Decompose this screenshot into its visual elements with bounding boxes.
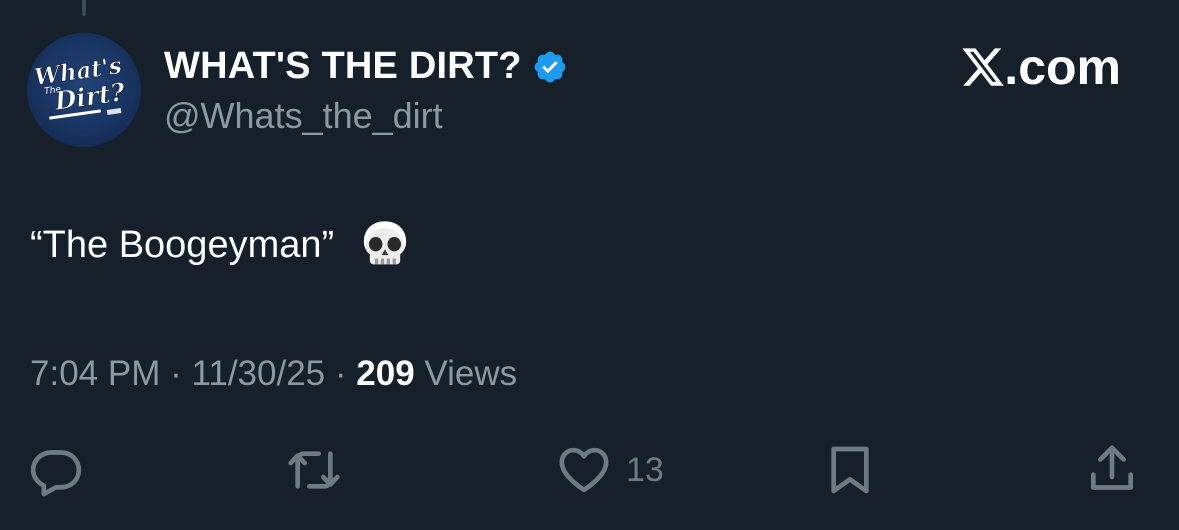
post-metadata: 7:04 PM · 11/30/25 · 209 Views bbox=[30, 352, 517, 396]
bookmark-button[interactable] bbox=[822, 440, 878, 500]
display-name[interactable]: WHAT'S THE DIRT? bbox=[164, 42, 568, 90]
avatar[interactable]: What's The Dirt? bbox=[27, 33, 141, 147]
post-time[interactable]: 7:04 PM bbox=[30, 354, 160, 393]
like-count: 13 bbox=[626, 450, 664, 489]
x-logo-icon bbox=[962, 48, 1005, 86]
post-date[interactable]: 11/30/25 bbox=[191, 354, 325, 393]
share-icon bbox=[1091, 445, 1133, 490]
user-handle[interactable]: @Whats_the_dirt bbox=[164, 94, 443, 138]
action-bar: 13 bbox=[0, 440, 1179, 500]
like-button[interactable]: 13 bbox=[556, 440, 664, 500]
repost-icon bbox=[288, 451, 340, 489]
bookmark-icon bbox=[831, 446, 869, 494]
reply-button[interactable] bbox=[28, 440, 84, 500]
avatar-logo-icon: What's The Dirt? bbox=[27, 33, 141, 147]
display-name-text[interactable]: WHAT'S THE DIRT? bbox=[164, 42, 522, 90]
post-body: “The Boogeyman” bbox=[30, 218, 412, 272]
brand-watermark: .com bbox=[960, 38, 1121, 96]
brand-domain-text: .com bbox=[1004, 39, 1121, 95]
meta-separator: · bbox=[334, 354, 347, 393]
post-text: “The Boogeyman” bbox=[30, 224, 335, 266]
views-count: 209 bbox=[356, 354, 415, 393]
reply-icon bbox=[30, 450, 82, 497]
thread-connector-line bbox=[82, 0, 86, 16]
heart-icon bbox=[559, 447, 609, 493]
views-label: Views bbox=[424, 354, 518, 393]
share-button[interactable] bbox=[1084, 440, 1140, 500]
meta-separator: · bbox=[170, 354, 182, 393]
verified-badge-icon bbox=[534, 51, 566, 83]
skull-icon bbox=[364, 221, 407, 265]
repost-button[interactable] bbox=[286, 440, 342, 500]
